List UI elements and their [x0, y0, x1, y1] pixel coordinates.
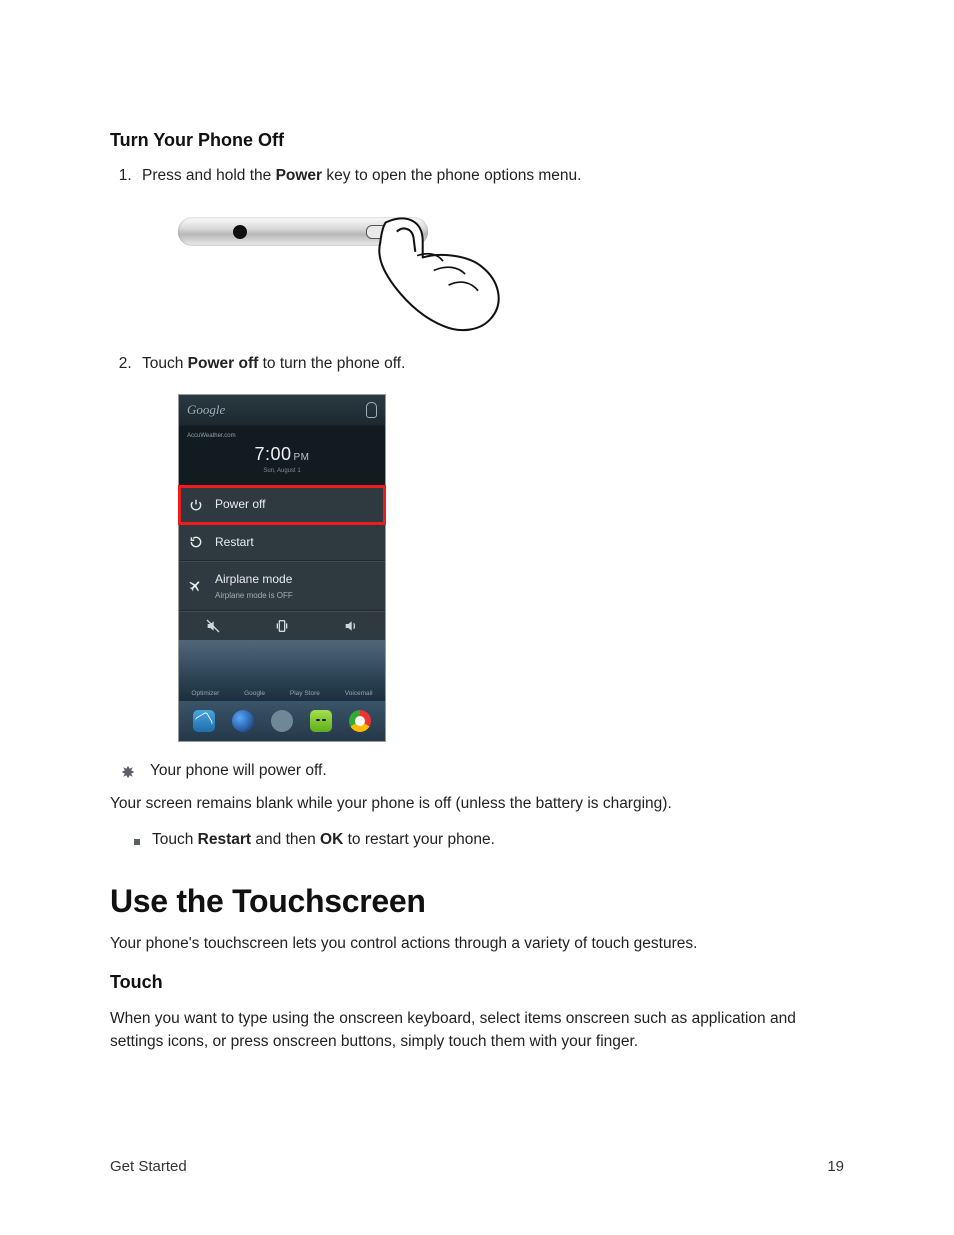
heading-use-touchscreen: Use the Touchscreen: [110, 883, 844, 920]
blank-screen-note: Your screen remains blank while your pho…: [110, 792, 844, 815]
app-label-3: Play Store: [290, 689, 320, 698]
step-1-text-c: key to open the phone options menu.: [322, 167, 581, 184]
vibrate-icon[interactable]: [274, 618, 290, 634]
menu-power-off-label: Power off: [215, 496, 265, 513]
step-2-text-a: Touch: [142, 355, 188, 372]
menu-power-off[interactable]: Power off: [179, 486, 385, 523]
dock: [179, 701, 385, 741]
rb-a: Touch: [152, 831, 198, 848]
menu-restart-label: Restart: [215, 534, 254, 551]
pointing-hand-icon: [368, 215, 518, 335]
footer-page-number: 19: [827, 1158, 844, 1175]
phone-screenshot: Google AccuWeather.com 7:00PM Sun, Augus…: [178, 394, 386, 742]
google-logo: Google: [187, 401, 225, 420]
power-menu: Power off Restart: [179, 486, 385, 640]
steps-list: Press and hold the Power key to open the…: [110, 165, 844, 742]
step-1-bold: Power: [276, 167, 323, 184]
note-bullet-icon: [120, 764, 136, 780]
dock-browser-icon[interactable]: [232, 710, 254, 732]
dock-chrome-icon[interactable]: [349, 710, 371, 732]
airplane-subtitle: Airplane mode is OFF: [215, 590, 293, 602]
step-2-text-c: to turn the phone off.: [258, 355, 405, 372]
app-label-4: Voicemail: [345, 689, 373, 698]
rb-d: OK: [320, 831, 343, 848]
step-2-bold: Power off: [188, 355, 259, 372]
time-period: PM: [294, 452, 310, 463]
phone-top-illustration: [178, 205, 518, 335]
dock-apps-icon[interactable]: [271, 710, 293, 732]
home-wallpaper: Optimizer Google Play Store Voicemail: [179, 640, 385, 701]
step-1-text-a: Press and hold the: [142, 167, 276, 184]
result-note-text: Your phone will power off.: [150, 762, 327, 780]
rb-b: Restart: [198, 831, 251, 848]
page: Turn Your Phone Off Press and hold the P…: [0, 0, 954, 1235]
figure-power-menu: Google AccuWeather.com 7:00PM Sun, Augus…: [178, 394, 844, 742]
time-value: 7:00: [254, 444, 291, 464]
restart-bullet-text: Touch Restart and then OK to restart you…: [152, 831, 495, 849]
heading-turn-phone-off: Turn Your Phone Off: [110, 130, 844, 151]
menu-bottom-row: [179, 611, 385, 640]
power-icon: [189, 498, 203, 512]
dock-phone-icon[interactable]: [193, 710, 215, 732]
airplane-icon: [189, 579, 203, 593]
footer-section: Get Started: [110, 1158, 187, 1175]
page-footer: Get Started 19: [110, 1158, 844, 1175]
menu-airplane[interactable]: Airplane mode Airplane mode is OFF: [179, 561, 385, 611]
clock-time: 7:00PM: [179, 441, 385, 467]
mute-icon[interactable]: [205, 618, 221, 634]
weather-provider: AccuWeather.com: [179, 432, 385, 441]
dock-messaging-icon[interactable]: [310, 710, 332, 732]
touchscreen-intro: Your phone's touchscreen lets you contro…: [110, 932, 844, 955]
touch-description: When you want to type using the onscreen…: [110, 1007, 844, 1054]
result-note: Your phone will power off.: [120, 762, 844, 780]
restart-bullet: Touch Restart and then OK to restart you…: [134, 831, 844, 849]
app-label-2: Google: [244, 689, 265, 698]
step-2: Touch Power off to turn the phone off. G…: [136, 353, 844, 742]
heading-touch: Touch: [110, 972, 844, 993]
search-bar: Google: [179, 395, 385, 425]
sound-icon[interactable]: [343, 618, 359, 634]
square-bullet-icon: [134, 839, 140, 845]
restart-icon: [189, 535, 203, 549]
step-1: Press and hold the Power key to open the…: [136, 165, 844, 335]
menu-restart[interactable]: Restart: [179, 524, 385, 561]
app-label-1: Optimizer: [191, 689, 219, 698]
clock-widget: AccuWeather.com 7:00PM Sun, August 1: [179, 425, 385, 486]
rb-c: and then: [251, 831, 320, 848]
airplane-title: Airplane mode: [215, 572, 292, 586]
rb-e: to restart your phone.: [343, 831, 495, 848]
figure-power-key: [178, 205, 844, 335]
clock-date: Sun, August 1: [179, 467, 385, 476]
microphone-icon: [366, 402, 377, 418]
menu-airplane-label: Airplane mode Airplane mode is OFF: [215, 571, 293, 601]
